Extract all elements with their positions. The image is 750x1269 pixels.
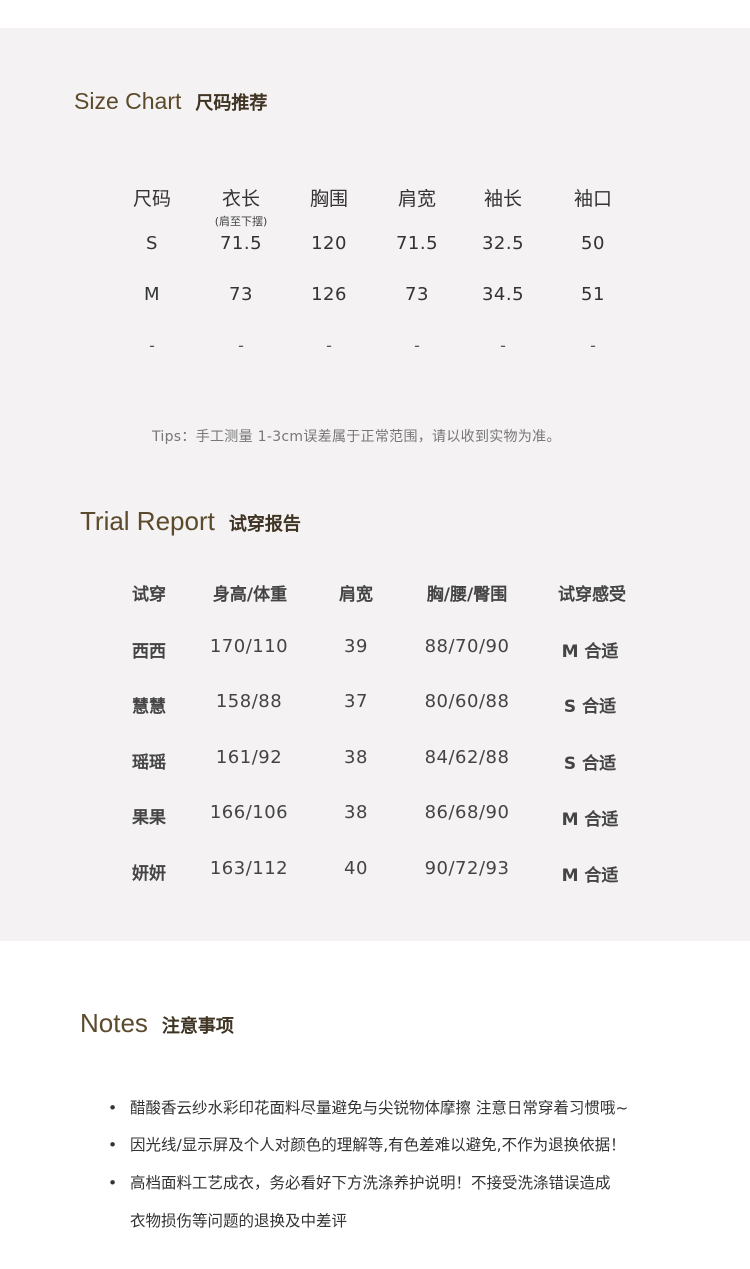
size-header-length: 衣长 [221,188,261,210]
note-text: 高档面料工艺成衣，务必看好下方洗涤养护说明！不接受洗涤错误造成 [130,1174,611,1192]
trial-cell: 90/72/93 [424,858,510,879]
trial-report-title: Trial Report 试穿报告 [80,506,301,537]
trial-cell: M 合适 [561,866,619,886]
size-cell: 50 [581,233,605,254]
size-header-length-note: (肩至下摆) [214,215,268,228]
trial-cell: 39 [344,636,368,657]
note-text: 醋酸香云纱水彩印花面料尽量避免与尖锐物体摩擦 注意日常穿着习惯哦~ [130,1099,629,1117]
bullet: • [108,1174,118,1192]
trial-cell: 妍妍 [132,864,166,884]
trial-cell: 84/62/88 [424,747,510,768]
trial-cell: 166/106 [209,802,289,823]
note-item: • 高档面料工艺成衣，务必看好下方洗涤养护说明！不接受洗涤错误造成 [108,1171,611,1193]
size-header-shoulder: 肩宽 [397,188,437,210]
trial-cell: 161/92 [215,747,283,768]
trial-cell: 38 [344,747,368,768]
size-cell: S [146,233,158,254]
size-header-cuff: 袖口 [573,188,613,210]
trial-cell: S 合适 [563,754,617,774]
size-header-size: 尺码 [132,188,172,210]
trial-header-feeling: 试穿感受 [558,585,626,605]
note-text: 因光线/显示屏及个人对颜色的理解等,有色差难以避免,不作为退换依据！ [130,1136,626,1154]
size-cell: - [414,336,420,355]
size-chart-title: Size Chart 尺码推荐 [74,88,267,115]
size-cell: 34.5 [481,284,525,305]
trial-cell: 80/60/88 [424,691,510,712]
size-cell: 71.5 [395,233,439,254]
trial-cell: 西西 [132,642,166,662]
notes-title-en: Notes [80,1008,148,1038]
trial-report-title-en: Trial Report [80,506,215,536]
size-cell: M [143,284,161,305]
trial-header-person: 试穿 [132,585,166,605]
size-cell: - [590,336,596,355]
size-cell: - [238,336,244,355]
trial-cell: M 合适 [561,810,619,830]
trial-header-measurements: 胸/腰/臀围 [426,585,508,605]
trial-cell: 88/70/90 [424,636,510,657]
trial-cell: M 合适 [561,642,619,662]
note-text-continuation: 衣物损伤等问题的退换及中差评 [130,1212,348,1230]
trial-cell: 瑶瑶 [132,753,166,773]
trial-header-shoulder: 肩宽 [339,585,373,605]
trial-cell: 158/88 [215,691,283,712]
trial-cell: 163/112 [209,858,289,879]
note-item: • 醋酸香云纱水彩印花面料尽量避免与尖锐物体摩擦 注意日常穿着习惯哦~ [108,1096,628,1118]
trial-header-height-weight: 身高/体重 [212,585,288,605]
size-header-sleeve: 袖长 [483,188,523,210]
bullet: • [108,1136,118,1154]
size-cell: 32.5 [481,233,525,254]
bullet: • [108,1099,118,1117]
size-cell: 51 [581,284,605,305]
size-cell: - [326,336,332,355]
trial-cell: 果果 [132,808,166,828]
trial-cell: 慧慧 [132,697,166,717]
trial-cell: 86/68/90 [424,802,510,823]
size-cell: 73 [405,284,429,305]
size-cell: 73 [229,284,253,305]
size-cell: 120 [311,233,347,254]
gray-panel [0,28,750,941]
size-cell: 126 [311,284,347,305]
size-cell: - [149,336,155,355]
trial-cell: 38 [344,802,368,823]
notes-title: Notes 注意事项 [80,1008,234,1039]
trial-cell: 170/110 [209,636,289,657]
trial-cell: 37 [344,691,368,712]
size-chart-title-cn: 尺码推荐 [195,93,268,114]
note-item: • 因光线/显示屏及个人对颜色的理解等,有色差难以避免,不作为退换依据！ [108,1133,626,1155]
size-tips: Tips：手工测量 1-3cm误差属于正常范围，请以收到实物为准。 [152,429,561,445]
trial-cell: S 合适 [563,697,617,717]
size-header-chest: 胸围 [309,188,349,210]
trial-cell: 40 [344,858,368,879]
trial-report-title-cn: 试穿报告 [228,514,301,535]
notes-title-cn: 注意事项 [161,1016,234,1037]
size-cell: 71.5 [219,233,263,254]
size-cell: - [500,336,506,355]
size-chart-title-en: Size Chart [74,88,182,114]
